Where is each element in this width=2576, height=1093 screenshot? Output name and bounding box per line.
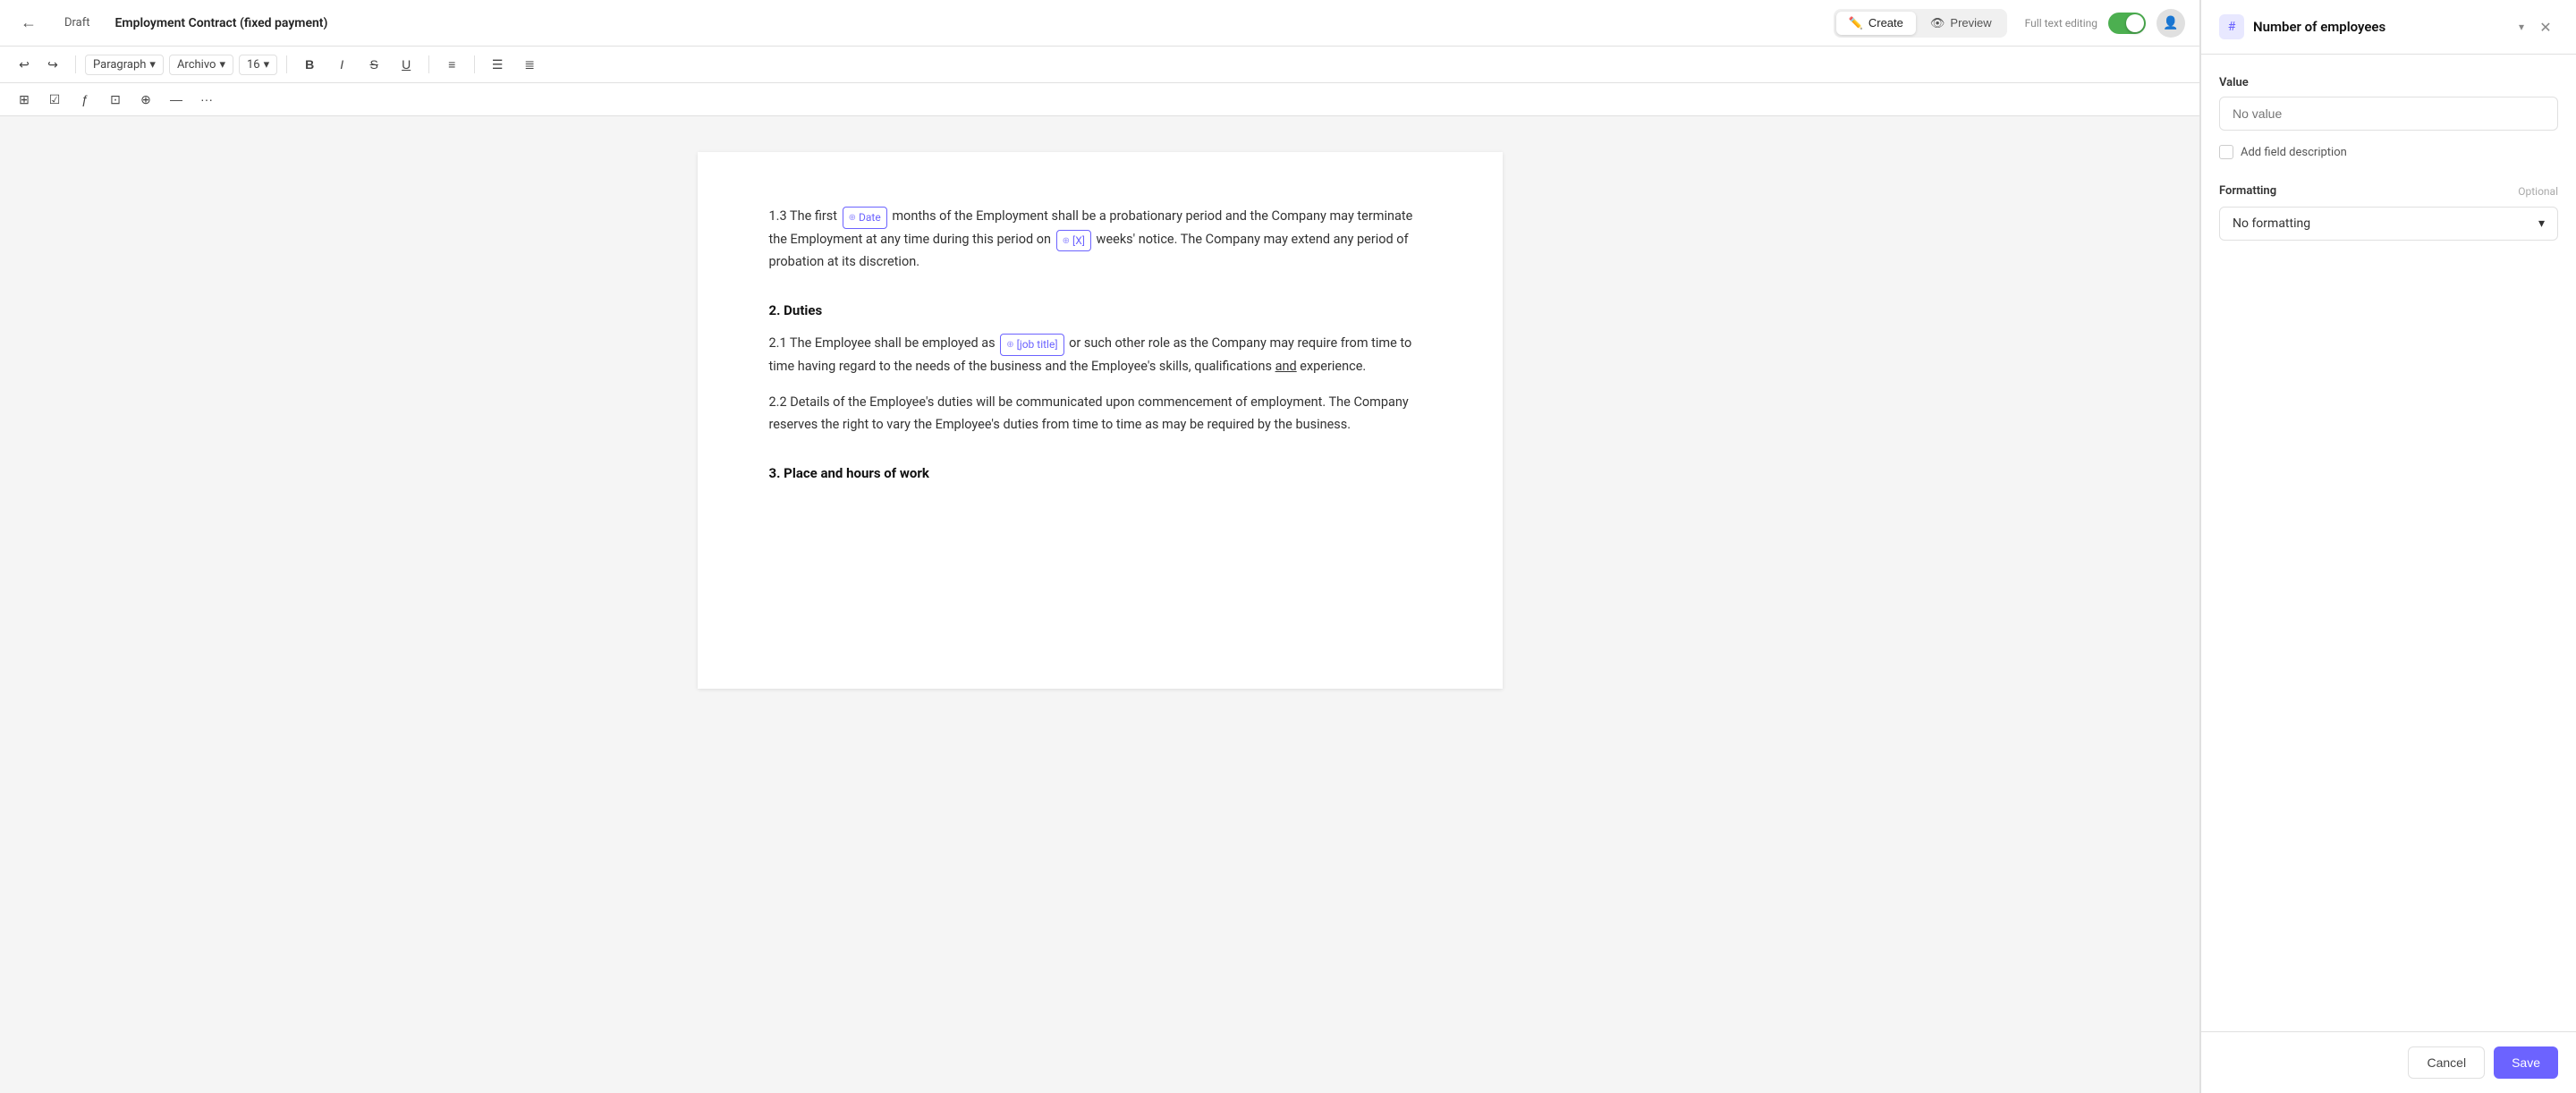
formatting-dropdown[interactable]: No formatting ▾ (2219, 207, 2558, 241)
create-tab[interactable]: ✏️ Create (1836, 12, 1916, 35)
underline-button[interactable]: U (393, 52, 419, 77)
toolbar-divider-4 (474, 55, 475, 73)
editor-content: 1.3 The first ⊕ Date months of the Emplo… (0, 116, 2199, 1093)
more-button[interactable]: ··· (193, 87, 220, 112)
panel-title: Number of employees (2253, 19, 2510, 35)
pencil-icon: ✏️ (1849, 16, 1863, 30)
job-tag-icon: ⊕ (1006, 337, 1013, 352)
panel-field-icon: # (2219, 14, 2244, 39)
x-tag-label: [X] (1072, 232, 1085, 250)
back-button[interactable]: ← (14, 9, 43, 38)
italic-button[interactable]: I (328, 52, 355, 77)
document-title: Employment Contract (fixed payment) (112, 16, 332, 30)
draft-label: Draft (64, 16, 90, 30)
size-label: 16 (247, 58, 260, 72)
date-tag-label: Date (859, 208, 881, 226)
panel-header: # Number of employees ▾ ✕ (2201, 0, 2576, 55)
list-button[interactable]: ☰ (484, 52, 511, 77)
eye-icon: 👁 (1930, 16, 1945, 30)
tag-icon: ⊕ (849, 210, 856, 225)
font-chevron: ▾ (219, 58, 225, 72)
optional-badge: Optional (2518, 185, 2558, 198)
section-1-3-text-before: 1.3 The first (769, 208, 841, 224)
section-2-1-text-end: experience. (1300, 359, 1366, 374)
toolbar-divider-3 (428, 55, 429, 73)
toolbar-row1: ↩ ↪ Paragraph ▾ Archivo ▾ 16 ▾ B I S U ≡… (0, 47, 2199, 83)
tab-group: ✏️ Create 👁 Preview (1834, 9, 2007, 38)
job-title-tag[interactable]: ⊕ [job title] (1000, 334, 1063, 355)
section-3-heading: 3. Place and hours of work (769, 465, 1431, 481)
full-text-toggle[interactable] (2108, 13, 2146, 34)
undo-button[interactable]: ↩ (11, 52, 38, 77)
add-description-label: Add field description (2241, 146, 2347, 159)
font-select[interactable]: Archivo ▾ (169, 55, 233, 75)
divider-button[interactable]: — (163, 87, 190, 112)
paragraph-label: Paragraph (93, 58, 146, 72)
table-button[interactable]: ⊡ (102, 87, 129, 112)
x-tag-icon: ⊕ (1063, 233, 1070, 249)
size-select[interactable]: 16 ▾ (239, 55, 277, 75)
date-tag[interactable]: ⊕ Date (843, 207, 887, 228)
section-2-1-underline: and (1275, 359, 1297, 374)
editor-area: ← Draft Employment Contract (fixed payme… (0, 0, 2200, 1093)
bold-button[interactable]: B (296, 52, 323, 77)
block-button[interactable]: ⊞ (11, 87, 38, 112)
section-2-1-text-before: 2.1 The Employee shall be employed as (769, 335, 999, 351)
right-panel: # Number of employees ▾ ✕ Value Add fiel… (2200, 0, 2576, 1093)
draft-tab[interactable]: Draft (54, 11, 101, 35)
cancel-button[interactable]: Cancel (2408, 1046, 2485, 1079)
toolbar-divider-2 (286, 55, 287, 73)
job-title-tag-label: [job title] (1017, 335, 1058, 353)
formatting-chevron-icon: ▾ (2538, 216, 2545, 231)
formatting-row: Formatting Optional (2219, 184, 2558, 198)
users-button[interactable]: 👤 (2157, 9, 2185, 38)
top-bar: ← Draft Employment Contract (fixed payme… (0, 0, 2199, 47)
full-text-label: Full text editing (2025, 17, 2097, 30)
formatting-label: Formatting (2219, 184, 2276, 198)
undo-redo-group: ↩ ↪ (11, 52, 66, 77)
attach-button[interactable]: ⊕ (132, 87, 159, 112)
save-button[interactable]: Save (2494, 1046, 2558, 1079)
add-description-checkbox[interactable] (2219, 145, 2233, 159)
add-description-row: Add field description (2219, 145, 2558, 159)
formula-button[interactable]: ƒ (72, 87, 98, 112)
preview-tab[interactable]: 👁 Preview (1918, 12, 2004, 35)
value-input[interactable] (2219, 97, 2558, 131)
create-tab-label: Create (1868, 16, 1903, 30)
panel-chevron-icon[interactable]: ▾ (2519, 21, 2524, 33)
size-chevron: ▾ (264, 58, 270, 72)
panel-footer: Cancel Save (2201, 1031, 2576, 1093)
ordered-list-button[interactable]: ≣ (516, 52, 543, 77)
editor-page: 1.3 The first ⊕ Date months of the Emplo… (698, 152, 1503, 689)
x-tag[interactable]: ⊕ [X] (1056, 230, 1091, 251)
section-2-heading: 2. Duties (769, 302, 1431, 318)
users-icon: 👤 (2163, 16, 2178, 30)
checkbox-button[interactable]: ☑ (41, 87, 68, 112)
panel-close-button[interactable]: ✕ (2533, 14, 2558, 39)
toolbar-row2: ⊞ ☑ ƒ ⊡ ⊕ — ··· (0, 83, 2199, 116)
paragraph-select[interactable]: Paragraph ▾ (85, 55, 164, 75)
strikethrough-button[interactable]: S (360, 52, 387, 77)
font-label: Archivo (177, 58, 216, 72)
close-icon: ✕ (2539, 19, 2551, 36)
section-1-3: 1.3 The first ⊕ Date months of the Emplo… (769, 206, 1431, 274)
panel-body: Value Add field description Formatting O… (2201, 55, 2576, 1031)
section-2-2: 2.2 Details of the Employee's duties wil… (769, 392, 1431, 436)
value-label: Value (2219, 76, 2558, 89)
toolbar-divider-1 (75, 55, 76, 73)
align-button[interactable]: ≡ (438, 52, 465, 77)
formatting-value: No formatting (2233, 216, 2310, 231)
paragraph-chevron: ▾ (149, 58, 156, 72)
hash-icon: # (2228, 20, 2236, 34)
preview-tab-label: Preview (1950, 16, 1991, 30)
redo-button[interactable]: ↪ (39, 52, 66, 77)
section-2-1: 2.1 The Employee shall be employed as ⊕ … (769, 333, 1431, 377)
